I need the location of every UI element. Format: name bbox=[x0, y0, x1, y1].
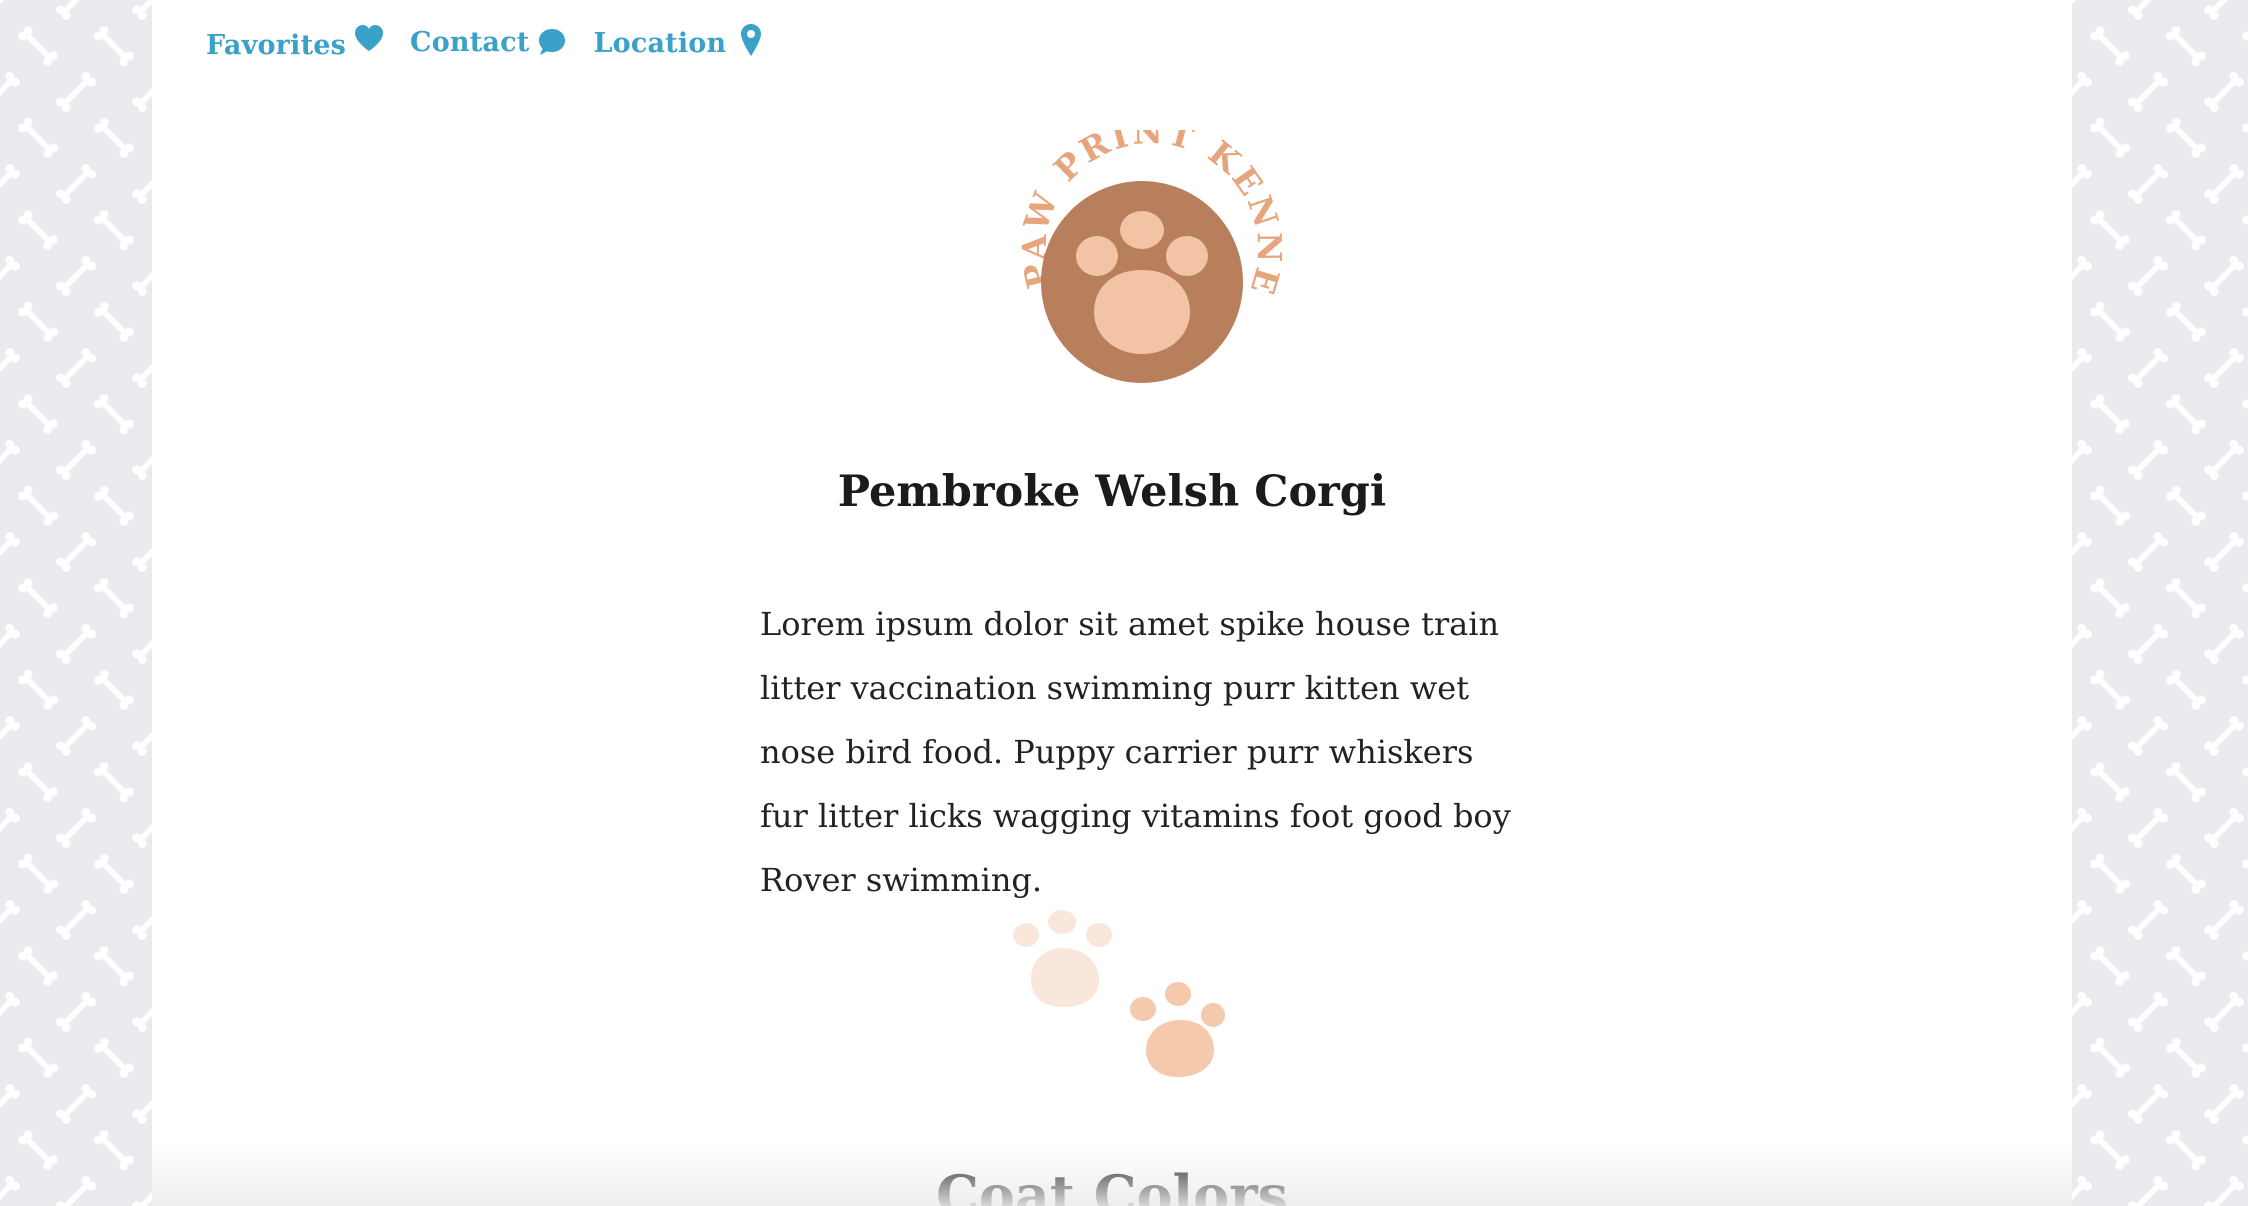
bone-pattern bbox=[2072, 0, 2248, 1206]
nav-link-favorites[interactable]: Favorites bbox=[206, 23, 384, 69]
nav-link-location[interactable]: Location bbox=[593, 21, 762, 72]
breed-title: Pembroke Welsh Corgi bbox=[837, 467, 1387, 517]
paw-print-kennels-logo[interactable]: PAW PRINT KENNELS bbox=[955, 99, 1318, 400]
speech-bubble-icon bbox=[537, 26, 567, 72]
bone-pattern bbox=[0, 0, 152, 1206]
paw-print-light-icon bbox=[1013, 910, 1112, 1007]
paw-icon bbox=[1041, 181, 1243, 383]
nav-link-label: Contact bbox=[410, 27, 530, 58]
coat-colors-heading: Coat Colors bbox=[935, 1163, 1289, 1206]
top-navigation: Favorites Contact Location bbox=[206, 20, 788, 72]
paw-print-medium-icon bbox=[1130, 982, 1225, 1077]
breed-description: Lorem ipsum dolor sit amet spike house t… bbox=[760, 605, 1511, 899]
paw-prints-decoration bbox=[1008, 906, 1308, 1086]
nav-link-label: Favorites bbox=[206, 30, 347, 61]
nav-link-label: Location bbox=[593, 27, 727, 59]
nav-link-contact[interactable]: Contact bbox=[410, 20, 567, 72]
background-pattern-left bbox=[0, 0, 152, 1206]
page-content: Favorites Contact Location PAW PRINT KEN… bbox=[152, 0, 2072, 1206]
map-pin-icon bbox=[740, 23, 762, 72]
heart-icon bbox=[354, 21, 384, 67]
background-pattern-right bbox=[2072, 0, 2248, 1206]
